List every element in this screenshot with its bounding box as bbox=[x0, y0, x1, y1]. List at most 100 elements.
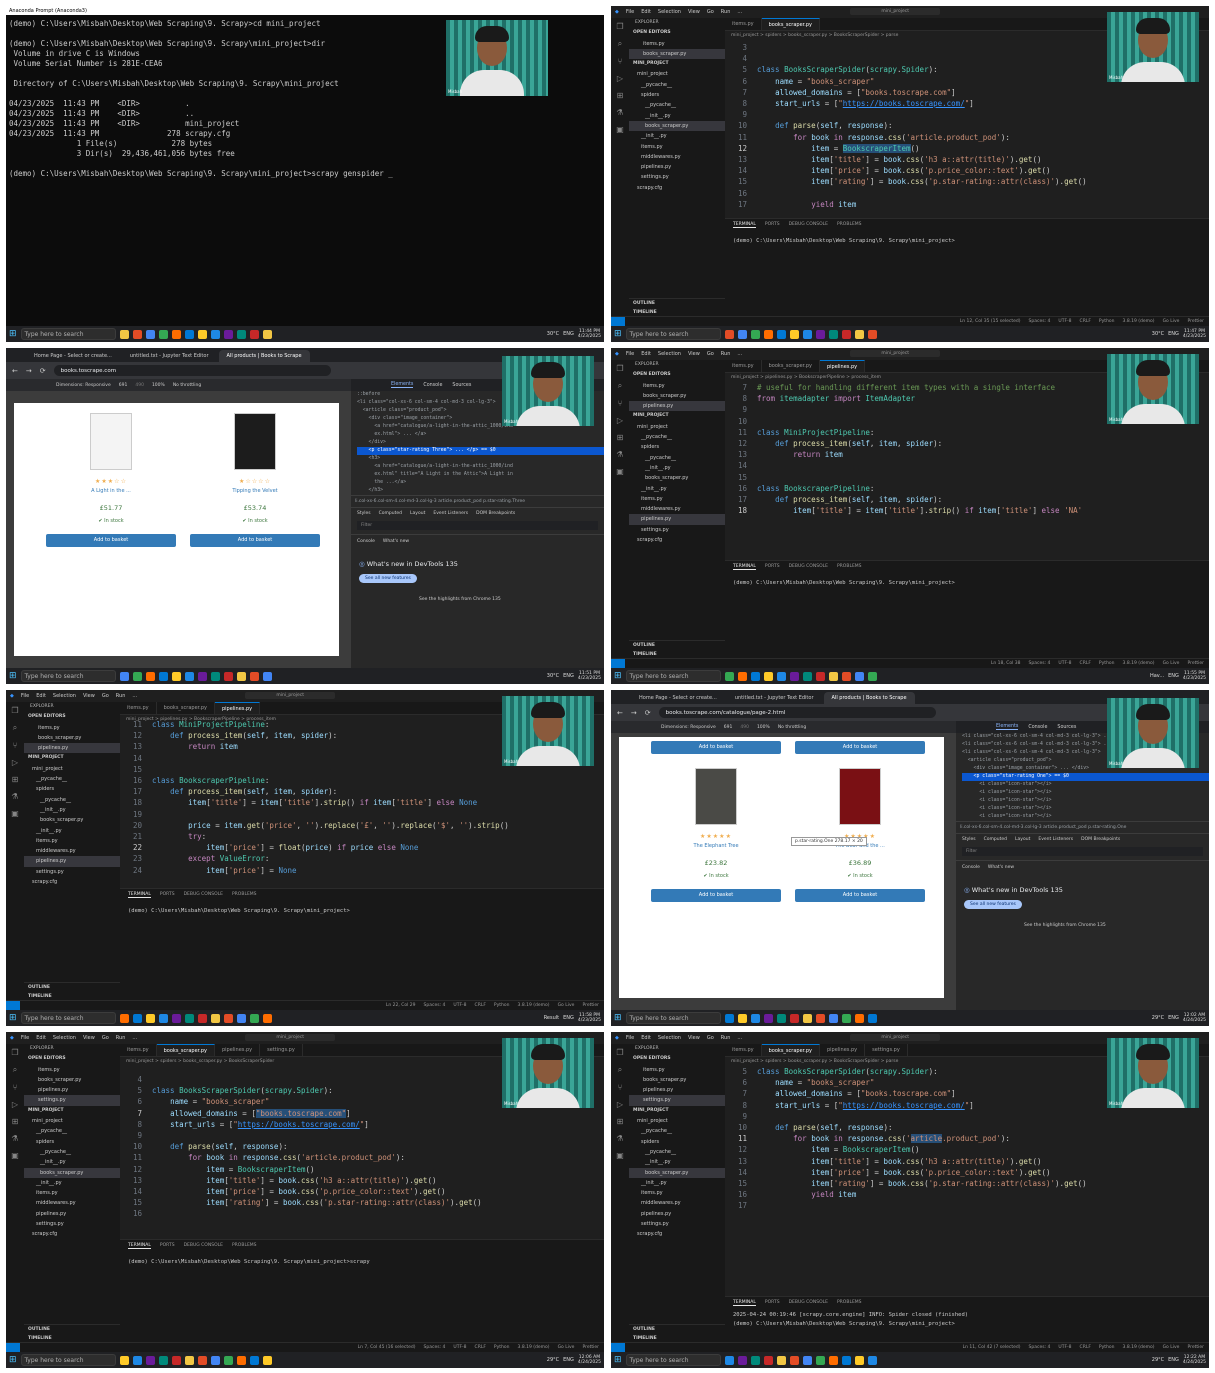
windows-start-icon[interactable]: ⊞ bbox=[614, 671, 622, 681]
terminal-panel-tab[interactable]: PORTS bbox=[160, 1243, 175, 1248]
file-tree-item[interactable]: scrapy.cfg bbox=[24, 877, 120, 887]
taskbar-app-icon[interactable] bbox=[776, 329, 786, 339]
back-icon[interactable]: ← bbox=[12, 367, 18, 375]
menu-item[interactable]: Selection bbox=[658, 351, 681, 357]
taskbar-app-icon[interactable] bbox=[737, 671, 747, 681]
terminal-panel-tab[interactable]: TERMINAL bbox=[733, 1300, 756, 1306]
menu-item[interactable]: Go bbox=[707, 1035, 714, 1041]
file-tree-item[interactable]: __pycache__ bbox=[629, 1126, 725, 1136]
taskbar-search-input[interactable]: Type here to search bbox=[625, 328, 721, 340]
status-item[interactable]: 3.8.19 (demo) bbox=[518, 1003, 550, 1008]
menu-item[interactable]: ... bbox=[737, 351, 742, 357]
open-editor-item[interactable]: items.py bbox=[24, 723, 120, 733]
taskbar-app-icon[interactable] bbox=[750, 671, 760, 681]
run-debug-icon[interactable]: ▷ bbox=[12, 1100, 18, 1109]
cursor-position[interactable]: Ln 22, Col 29 bbox=[386, 1003, 416, 1008]
taskbar-search-input[interactable]: Type here to search bbox=[625, 670, 721, 682]
outline-section[interactable]: OUTLINE bbox=[28, 983, 120, 992]
flask-icon[interactable]: ⚗ bbox=[616, 108, 623, 117]
open-editors-section[interactable]: OPEN EDITORS bbox=[629, 1054, 725, 1064]
dimensions-select[interactable]: Dimensions: Responsive bbox=[661, 725, 716, 730]
menu-item[interactable]: Selection bbox=[53, 693, 76, 699]
taskbar-search-input[interactable]: Type here to search bbox=[625, 1354, 721, 1366]
status-item[interactable]: CRLF bbox=[1080, 1345, 1091, 1350]
file-tree-item[interactable]: mini_project bbox=[629, 422, 725, 432]
status-item[interactable]: Spaces: 4 bbox=[424, 1345, 446, 1350]
taskbar-app-icon[interactable] bbox=[737, 1013, 747, 1023]
taskbar-app-icon[interactable] bbox=[145, 671, 155, 681]
taskbar-app-icon[interactable] bbox=[184, 1355, 194, 1365]
menu-item[interactable]: Run bbox=[116, 693, 126, 699]
taskbar-app-icon[interactable] bbox=[841, 1355, 851, 1365]
drawer-tab[interactable]: What's new bbox=[383, 539, 409, 544]
file-tree-item[interactable]: middlewares.py bbox=[24, 1198, 120, 1208]
open-editor-item[interactable]: books_scraper.py bbox=[629, 1075, 725, 1085]
taskbar-app-icon[interactable] bbox=[815, 1013, 825, 1023]
browser-tab[interactable]: untitled.txt - Jupyter Text Editor bbox=[122, 350, 217, 362]
editor-tab[interactable]: books_scraper.py bbox=[156, 1044, 215, 1056]
open-editor-item[interactable]: pipelines.py bbox=[629, 1085, 725, 1095]
see-all-features-button[interactable]: See all new features bbox=[359, 574, 417, 583]
source-control-icon[interactable]: ⑂ bbox=[618, 1083, 623, 1092]
files-icon[interactable]: ❐ bbox=[616, 364, 623, 373]
editor-tab[interactable]: items.py bbox=[725, 18, 762, 30]
file-tree-item[interactable]: books_scraper.py bbox=[24, 1167, 120, 1178]
status-item[interactable]: Spaces: 4 bbox=[1029, 319, 1051, 324]
taskbar-search-input[interactable]: Type here to search bbox=[20, 1012, 116, 1024]
devtools-tab[interactable]: Console bbox=[423, 383, 442, 388]
menu-item[interactable]: Edit bbox=[641, 1035, 651, 1041]
terminal-panel-tab[interactable]: DEBUG CONSOLE bbox=[789, 222, 828, 227]
taskbar-app-icon[interactable] bbox=[802, 671, 812, 681]
taskbar-app-icon[interactable] bbox=[867, 1013, 877, 1023]
devtools-tab[interactable]: Sources bbox=[452, 383, 471, 388]
menu-item[interactable]: Go bbox=[707, 9, 714, 15]
file-tree-item[interactable]: books_scraper.py bbox=[24, 815, 120, 825]
forward-icon[interactable]: → bbox=[631, 709, 637, 717]
language-indicator[interactable]: ENG bbox=[1168, 331, 1179, 337]
status-item[interactable]: Go Live bbox=[1163, 1345, 1180, 1350]
terminal-panel-tab[interactable]: DEBUG CONSOLE bbox=[789, 564, 828, 569]
open-editor-item[interactable]: items.py bbox=[629, 39, 725, 49]
taskbar-app-icon[interactable] bbox=[210, 329, 220, 339]
file-tree-item[interactable]: mini_project bbox=[629, 1116, 725, 1126]
dom-node[interactable]: the ...</a> bbox=[357, 479, 604, 487]
taskbar-app-icon[interactable] bbox=[145, 1355, 155, 1365]
dom-breadcrumb[interactable]: li.col-xs-6.col-sm-4.col-md-3.col-lg-3 a… bbox=[351, 495, 604, 507]
language-indicator[interactable]: ENG bbox=[1168, 1357, 1179, 1363]
product-title-link[interactable]: The Elephant Tree bbox=[651, 843, 781, 849]
styles-tab[interactable]: Event Listeners bbox=[433, 511, 468, 516]
terminal-panel-tab[interactable]: DEBUG CONSOLE bbox=[184, 1243, 223, 1248]
file-tree-item[interactable]: __pycache__ bbox=[629, 453, 725, 463]
taskbar-app-icon[interactable] bbox=[776, 1013, 786, 1023]
source-control-icon[interactable]: ⑂ bbox=[13, 741, 18, 750]
dom-node[interactable]: <p class="star-rating Three"> ... </p> =… bbox=[357, 447, 604, 455]
taskbar-app-icon[interactable] bbox=[776, 1355, 786, 1365]
terminal-panel[interactable]: TERMINAL PORTS DEBUG CONSOLE PROBLEMS 2025-… bbox=[725, 1296, 1209, 1343]
styles-tab[interactable]: DOM Breakpoints bbox=[476, 511, 515, 516]
status-item[interactable]: CRLF bbox=[475, 1003, 486, 1008]
taskbar-app-icon[interactable] bbox=[249, 1013, 259, 1023]
book-cover-image[interactable] bbox=[234, 413, 276, 470]
file-tree-item[interactable]: middlewares.py bbox=[629, 1198, 725, 1208]
product-title-link[interactable]: Tipping the Velvet bbox=[190, 488, 320, 494]
taskbar-app-icon[interactable] bbox=[867, 329, 877, 339]
url-input[interactable]: books.toscrape.com bbox=[53, 365, 331, 376]
open-editors-section[interactable]: OPEN EDITORS bbox=[629, 28, 725, 38]
taskbar-app-icon[interactable] bbox=[828, 1013, 838, 1023]
docker-icon[interactable]: ▣ bbox=[11, 1151, 19, 1160]
editor-tab[interactable]: books_scraper.py bbox=[761, 1044, 820, 1056]
status-item[interactable]: 3.8.19 (demo) bbox=[1123, 1345, 1155, 1350]
web-page[interactable]: ★★★☆☆ A Light in the ... £51.77 ✔ In stock A… bbox=[14, 403, 339, 656]
search-icon[interactable]: ⌕ bbox=[618, 1065, 622, 1075]
terminal-panel-tab[interactable]: TERMINAL bbox=[128, 1243, 151, 1249]
file-tree-item[interactable]: pipelines.py bbox=[629, 514, 725, 525]
terminal-panel-tab[interactable]: PROBLEMS bbox=[837, 564, 862, 569]
files-icon[interactable]: ❐ bbox=[11, 706, 18, 715]
menu-item[interactable]: ... bbox=[737, 9, 742, 15]
file-tree-item[interactable]: __pycache__ bbox=[629, 432, 725, 442]
terminal-panel-tab[interactable]: PROBLEMS bbox=[232, 1243, 257, 1248]
taskbar-app-icon[interactable] bbox=[737, 1355, 747, 1365]
forward-icon[interactable]: → bbox=[26, 367, 32, 375]
taskbar-app-icon[interactable] bbox=[841, 671, 851, 681]
file-tree-item[interactable]: scrapy.cfg bbox=[24, 1229, 120, 1239]
